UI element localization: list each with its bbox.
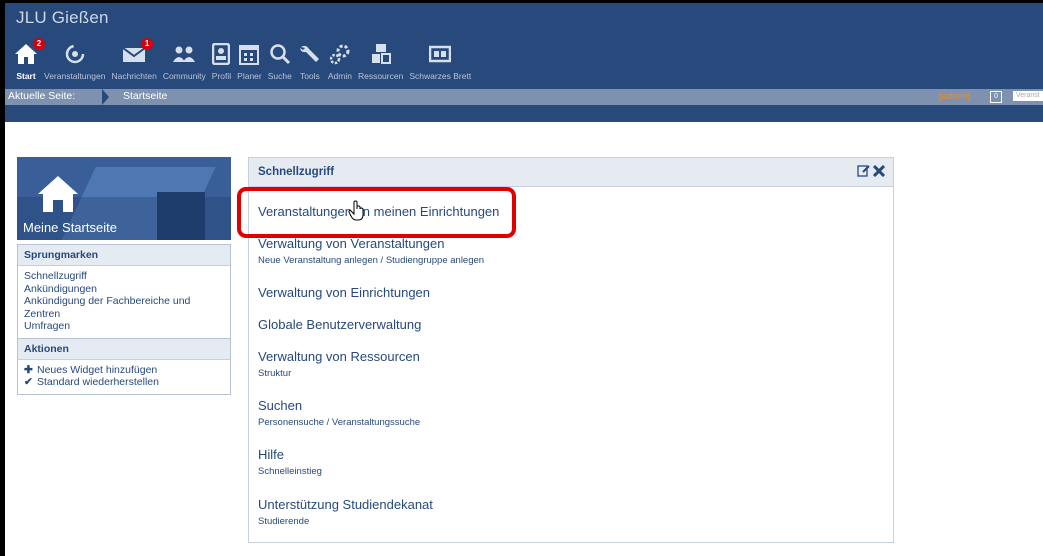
nav-item-suche[interactable]: Suche <box>265 41 295 81</box>
sidebar: Meine Startseite Sprungmarken Schnellzug… <box>17 157 231 395</box>
nav-item-schwarzes-brett[interactable]: Schwarzes Brett <box>406 41 474 81</box>
add-widget-label: Neues Widget hinzufügen <box>37 363 158 376</box>
quick-link-item: Unterstützung Studiendekanat Studierende <box>258 497 433 527</box>
quick-sublink[interactable]: Struktur <box>258 368 420 379</box>
nav-label: Planer <box>237 71 262 81</box>
community-icon <box>172 41 196 67</box>
nav-item-planer[interactable]: Planer <box>234 41 265 81</box>
user-role-badge: [admin] <box>939 91 971 102</box>
highlight-annotation <box>237 187 516 238</box>
quick-link-item: Verwaltung von Einrichtungen <box>258 285 430 300</box>
nav-item-admin[interactable]: Admin <box>325 41 355 81</box>
quick-link[interactable]: Suchen <box>258 398 420 413</box>
admin-gear-icon <box>329 41 351 67</box>
nav-item-veranstaltungen[interactable]: Veranstaltungen <box>41 41 108 81</box>
jump-mark-link[interactable]: Umfragen <box>24 320 224 333</box>
home-icon: 2 <box>14 38 45 67</box>
notification-count[interactable]: 0 <box>990 91 1002 103</box>
jump-marks-heading: Sprungmarken <box>18 245 230 266</box>
nav-label: Profil <box>211 71 232 81</box>
nav-label: Tools <box>299 71 320 81</box>
main-nav: 2 Start Veranstaltungen 1 Nachrichten Co… <box>11 38 474 81</box>
edit-icon[interactable] <box>857 164 870 177</box>
jump-mark-link[interactable]: Zentren <box>24 308 224 321</box>
restore-default-label: Standard wiederherstellen <box>37 376 159 388</box>
nav-item-ressourcen[interactable]: Ressourcen <box>355 41 406 81</box>
quick-link-item: Verwaltung von Ressourcen Struktur <box>258 349 420 379</box>
nav-item-tools[interactable]: Tools <box>295 41 325 81</box>
nav-label: Nachrichten <box>111 71 157 81</box>
profile-icon <box>212 41 231 67</box>
nav-label: Schwarzes Brett <box>409 71 472 81</box>
actions-heading: Aktionen <box>18 338 230 360</box>
check-icon: ✔ <box>24 376 33 388</box>
resources-icon <box>371 41 391 67</box>
quick-link[interactable]: Verwaltung von Ressourcen <box>258 349 420 364</box>
actions-box: Aktionen ✚ Neues Widget hinzufügen ✔ Sta… <box>17 338 231 395</box>
quick-link[interactable]: Unterstützung Studiendekanat <box>258 497 433 512</box>
calendar-icon <box>239 41 260 67</box>
quick-sublink[interactable]: Personensuche / Veranstaltungssuche <box>258 417 420 428</box>
nav-label: Ressourcen <box>357 71 404 81</box>
nav-item-start[interactable]: 2 Start <box>11 38 45 81</box>
jump-mark-link[interactable]: Schnellzugriff <box>24 270 224 283</box>
hand-cursor-icon <box>348 200 364 221</box>
quick-search-input[interactable]: Veranst <box>1013 91 1043 101</box>
mail-icon: 1 <box>122 38 154 67</box>
quick-link[interactable]: Verwaltung von Veranstaltungen <box>258 236 484 251</box>
quick-link-item: Hilfe Schnelleinstieg <box>258 447 322 477</box>
quick-link[interactable]: Verwaltung von Einrichtungen <box>258 285 430 300</box>
notification-badge: 1 <box>141 38 154 50</box>
nav-label: Community <box>162 71 206 81</box>
widget-header: Schnellzugriff <box>249 158 893 187</box>
nav-label: Suche <box>267 71 292 81</box>
board-icon <box>429 41 452 67</box>
quick-sublink[interactable]: Schnelleinstieg <box>258 466 322 477</box>
header-bar: JLU Gießen 2 Start Veranstaltungen 1 Nac… <box>5 3 1043 89</box>
breadcrumb-label: Aktuelle Seite: <box>8 90 76 102</box>
jump-mark-link[interactable]: Ankündigung der Fachbereiche und <box>24 295 224 308</box>
breadcrumb-arrow-icon <box>102 89 109 105</box>
add-widget-link[interactable]: ✚ Neues Widget hinzufügen <box>24 364 224 377</box>
quick-link[interactable]: Globale Benutzerverwaltung <box>258 317 421 332</box>
seminar-icon <box>64 41 86 67</box>
nav-item-profil[interactable]: Profil <box>209 41 234 81</box>
quick-sublink[interactable]: Neue Veranstaltung anlegen / Studiengrup… <box>258 255 484 266</box>
plus-icon: ✚ <box>24 363 33 376</box>
nav-item-community[interactable]: Community <box>160 41 209 81</box>
breadcrumb-current[interactable]: Startseite <box>123 90 167 102</box>
close-icon[interactable] <box>873 164 885 177</box>
secondary-bar <box>5 105 1043 122</box>
widget-title: Schnellzugriff <box>258 166 335 178</box>
quick-sublink[interactable]: Studierende <box>258 516 433 527</box>
breadcrumb: Aktuelle Seite: Startseite [admin] 0 Ver… <box>5 89 1043 105</box>
quick-link-item: Verwaltung von Veranstaltungen Neue Vera… <box>258 236 484 266</box>
nav-label: Start <box>16 71 36 81</box>
nav-label: Admin <box>327 71 352 81</box>
search-icon <box>269 41 291 67</box>
sidebar-title: Meine Startseite <box>23 220 117 235</box>
quick-link[interactable]: Hilfe <box>258 447 322 462</box>
quick-link-item: Suchen Personensuche / Veranstaltungssuc… <box>258 398 420 428</box>
app-title: JLU Gießen <box>16 8 109 27</box>
banner-decoration <box>157 192 205 240</box>
quick-link-item: Globale Benutzerverwaltung <box>258 317 421 332</box>
jump-marks-box: Sprungmarken Schnellzugriff Ankündigunge… <box>17 244 231 339</box>
wrench-icon <box>298 41 322 67</box>
nav-item-nachrichten[interactable]: 1 Nachrichten <box>108 38 159 81</box>
home-icon <box>38 176 78 212</box>
jump-mark-link[interactable]: Ankündigungen <box>24 283 224 296</box>
sidebar-banner: Meine Startseite <box>17 157 231 240</box>
restore-default-link[interactable]: ✔ Standard wiederherstellen <box>24 376 224 389</box>
nav-label: Veranstaltungen <box>44 71 106 81</box>
